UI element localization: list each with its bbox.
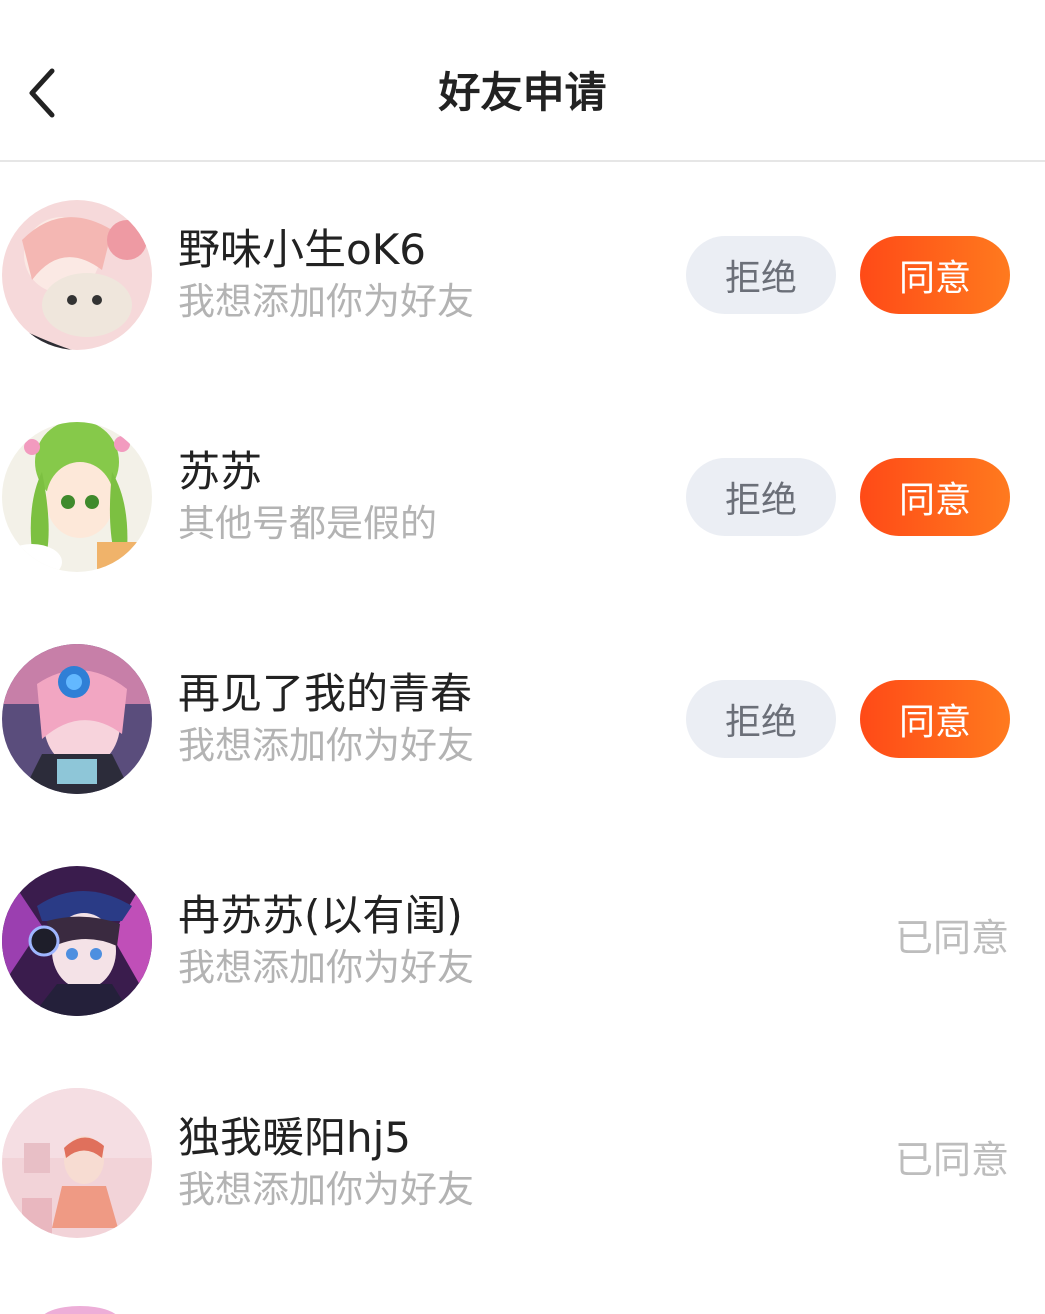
request-list: 野味小生oK6 我想添加你为好友 拒绝 同意 苏苏 其他号都是假的 拒绝 同意 … <box>0 164 1045 1274</box>
accept-button[interactable]: 同意 <box>860 680 1010 758</box>
accept-button[interactable]: 同意 <box>860 236 1010 314</box>
list-item: 独我暖阳hj5 我想添加你为好友 已同意 <box>0 1052 1045 1274</box>
accepted-status: 已同意 <box>894 916 1009 960</box>
list-item: 冉苏苏(以有闺) 我想添加你为好友 已同意 <box>0 830 1045 1052</box>
nav-bar: 好友申请 <box>0 0 1045 162</box>
avatar[interactable] <box>2 1088 152 1238</box>
requester-name: 再见了我的青春 <box>178 669 473 718</box>
accept-button[interactable]: 同意 <box>860 458 1010 536</box>
reject-button[interactable]: 拒绝 <box>686 680 836 758</box>
reject-button[interactable]: 拒绝 <box>686 458 836 536</box>
request-message: 我想添加你为好友 <box>178 1168 474 1211</box>
list-item: 苏苏 其他号都是假的 拒绝 同意 <box>0 386 1045 608</box>
request-message: 我想添加你为好友 <box>178 280 474 323</box>
list-item: 野味小生oK6 我想添加你为好友 拒绝 同意 <box>0 164 1045 386</box>
next-avatar-peek <box>40 1306 120 1314</box>
reject-button[interactable]: 拒绝 <box>686 236 836 314</box>
avatar[interactable] <box>2 200 152 350</box>
avatar[interactable] <box>2 866 152 1016</box>
request-message: 我想添加你为好友 <box>178 946 474 989</box>
page-title: 好友申请 <box>438 68 607 117</box>
avatar[interactable] <box>2 644 152 794</box>
request-message: 其他号都是假的 <box>178 502 437 545</box>
requester-name: 独我暖阳hj5 <box>178 1113 412 1162</box>
accepted-status: 已同意 <box>894 1138 1009 1182</box>
avatar[interactable] <box>2 422 152 572</box>
requester-name: 冉苏苏(以有闺) <box>178 891 463 940</box>
requester-name: 野味小生oK6 <box>178 225 426 274</box>
requester-name: 苏苏 <box>178 447 263 496</box>
list-item: 再见了我的青春 我想添加你为好友 拒绝 同意 <box>0 608 1045 830</box>
friend-requests-page: 好友申请 野味小生oK6 我想添加你为好友 拒绝 同意 苏苏 其他号都是假的 拒… <box>0 0 1045 1314</box>
request-message: 我想添加你为好友 <box>178 724 474 767</box>
